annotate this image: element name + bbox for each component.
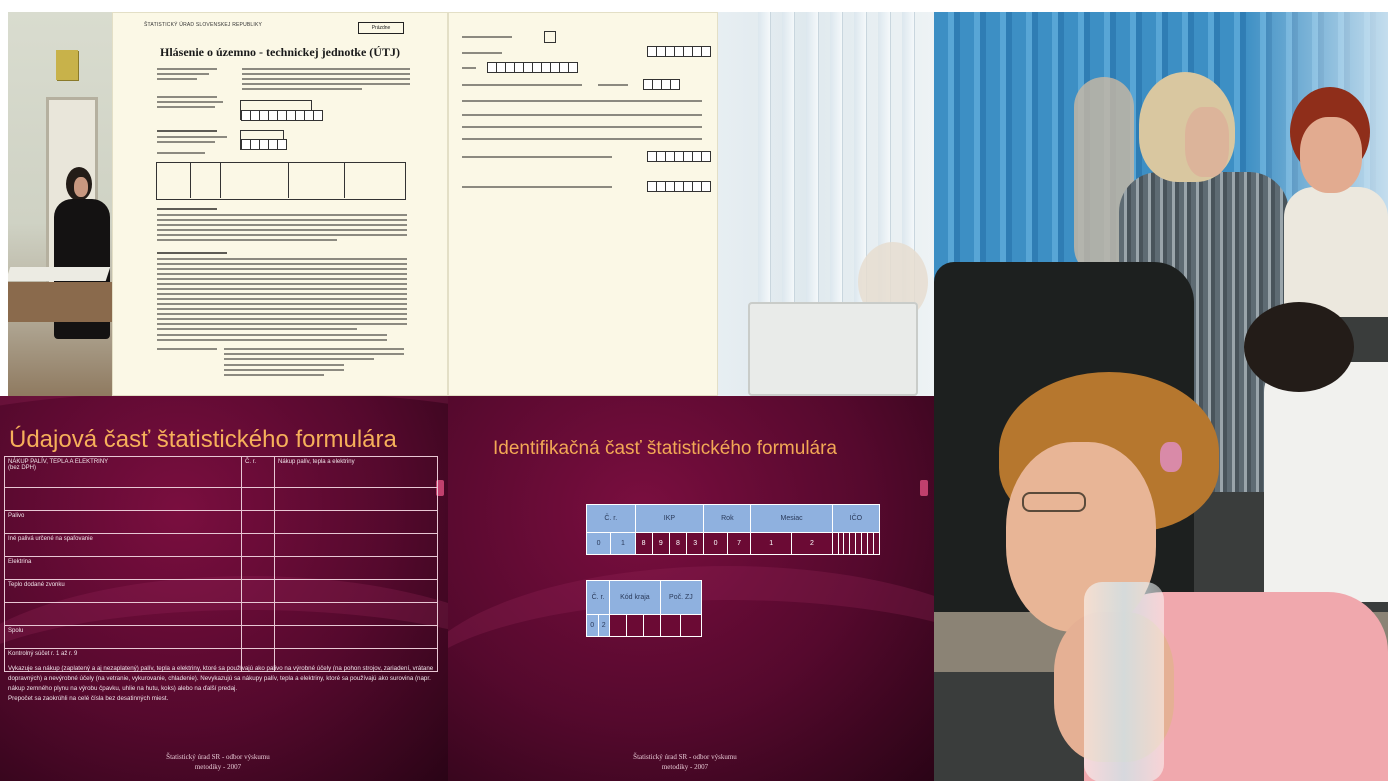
value-cell: 8 (668, 532, 688, 555)
water-bottle (1084, 582, 1164, 781)
value-cell: 7 (726, 532, 752, 555)
value-cell: 1 (610, 532, 636, 555)
paragraph-main: Vykazuje sa nákup (zaplatený a aj nezapl… (8, 665, 434, 692)
table-row: Iné palivá určené na spaľovanie (4, 533, 438, 557)
slide-footer: Štatistický úrad SR - odbor výskumu meto… (166, 753, 270, 771)
participant-red-hair (1284, 87, 1388, 317)
data-table: NÁKUP PALÍV, TEPLA A ELEKTRINY (bez DPH) … (4, 456, 438, 672)
col-region-code: Kód kraja (609, 580, 661, 615)
col-ico: IČO (831, 504, 881, 533)
classroom-photo (934, 12, 1388, 781)
value-cell: 3 (686, 532, 705, 555)
value-cell: 0 (586, 614, 599, 637)
wall-sign (56, 50, 78, 80)
office-window-photo (718, 12, 934, 396)
desk (8, 282, 112, 322)
identification-table-1: Č. r. IKP Rok Mesiac IČO 0 1 8 9 8 3 0 7… (585, 504, 881, 555)
col-unit-count: Poč. ZJ (659, 580, 703, 615)
slide-footer: Štatistický úrad SR - odbor výskumu meto… (633, 753, 737, 771)
table-header-sub: (bez DPH) (8, 465, 37, 471)
slide-paragraph: Vykazuje sa nákup (zaplatený a aj nezapl… (8, 664, 438, 704)
desk-papers (8, 267, 111, 281)
table-row: Palivo (4, 510, 438, 534)
col-month: Mesiac (750, 504, 833, 533)
col-ikp: IKP (634, 504, 705, 533)
slide-identification-section: Identifikačná časť štatistického formulá… (448, 396, 934, 781)
table-header-row-number: Č. r. (241, 456, 275, 488)
smiling-participant (974, 372, 1388, 781)
slide-side-tab (920, 480, 928, 496)
slide-title: Identifikačná časť štatistického formulá… (493, 438, 838, 459)
table-header-row: NÁKUP PALÍV, TEPLA A ELEKTRINY (bez DPH) … (4, 456, 438, 488)
form-document-page-2 (448, 12, 718, 396)
computer-monitor (748, 302, 918, 396)
table-row: Spolu (4, 625, 438, 649)
form-document-page-1: ŠTATISTICKÝ ÚRAD SLOVENSKEJ REPUBLIKY Pr… (112, 12, 448, 396)
glasses (1022, 492, 1086, 512)
office-photo (8, 12, 112, 396)
table-row (4, 487, 438, 511)
value-cell: 0 (585, 532, 612, 555)
table-row: Elektrina (4, 556, 438, 580)
slide-title: Údajová časť štatistického formulára (9, 426, 397, 453)
paragraph-last: Prepočet sa zaokrúhli na celé čísla bez … (8, 695, 169, 702)
value-cell: 2 (791, 532, 833, 555)
value-cell: 8 (634, 532, 653, 555)
value-cell: 9 (651, 532, 670, 555)
slide-data-section: Údajová časť štatistického formulára NÁK… (0, 396, 448, 781)
document-title: Hlásenie o územno - technickej jednotke … (160, 45, 400, 59)
col-row-number: Č. r. (586, 580, 610, 615)
table-header-value: Nákup palív, tepla a elektriny (274, 456, 438, 488)
table-row: Teplo dodané zvonku (4, 579, 438, 603)
table-row (4, 602, 438, 626)
document-box-label: Prázdne (358, 22, 404, 34)
col-year: Rok (703, 504, 752, 533)
value-cell: 0 (703, 532, 728, 555)
identification-table-2: Č. r. Kód kraja Poč. ZJ 0 2 (586, 580, 703, 637)
value-cell: 2 (597, 614, 610, 637)
col-row-number: Č. r. (586, 504, 636, 533)
hair-clip (1160, 442, 1182, 472)
value-cell: 1 (750, 532, 793, 555)
document-header: ŠTATISTICKÝ ÚRAD SLOVENSKEJ REPUBLIKY (144, 22, 263, 28)
